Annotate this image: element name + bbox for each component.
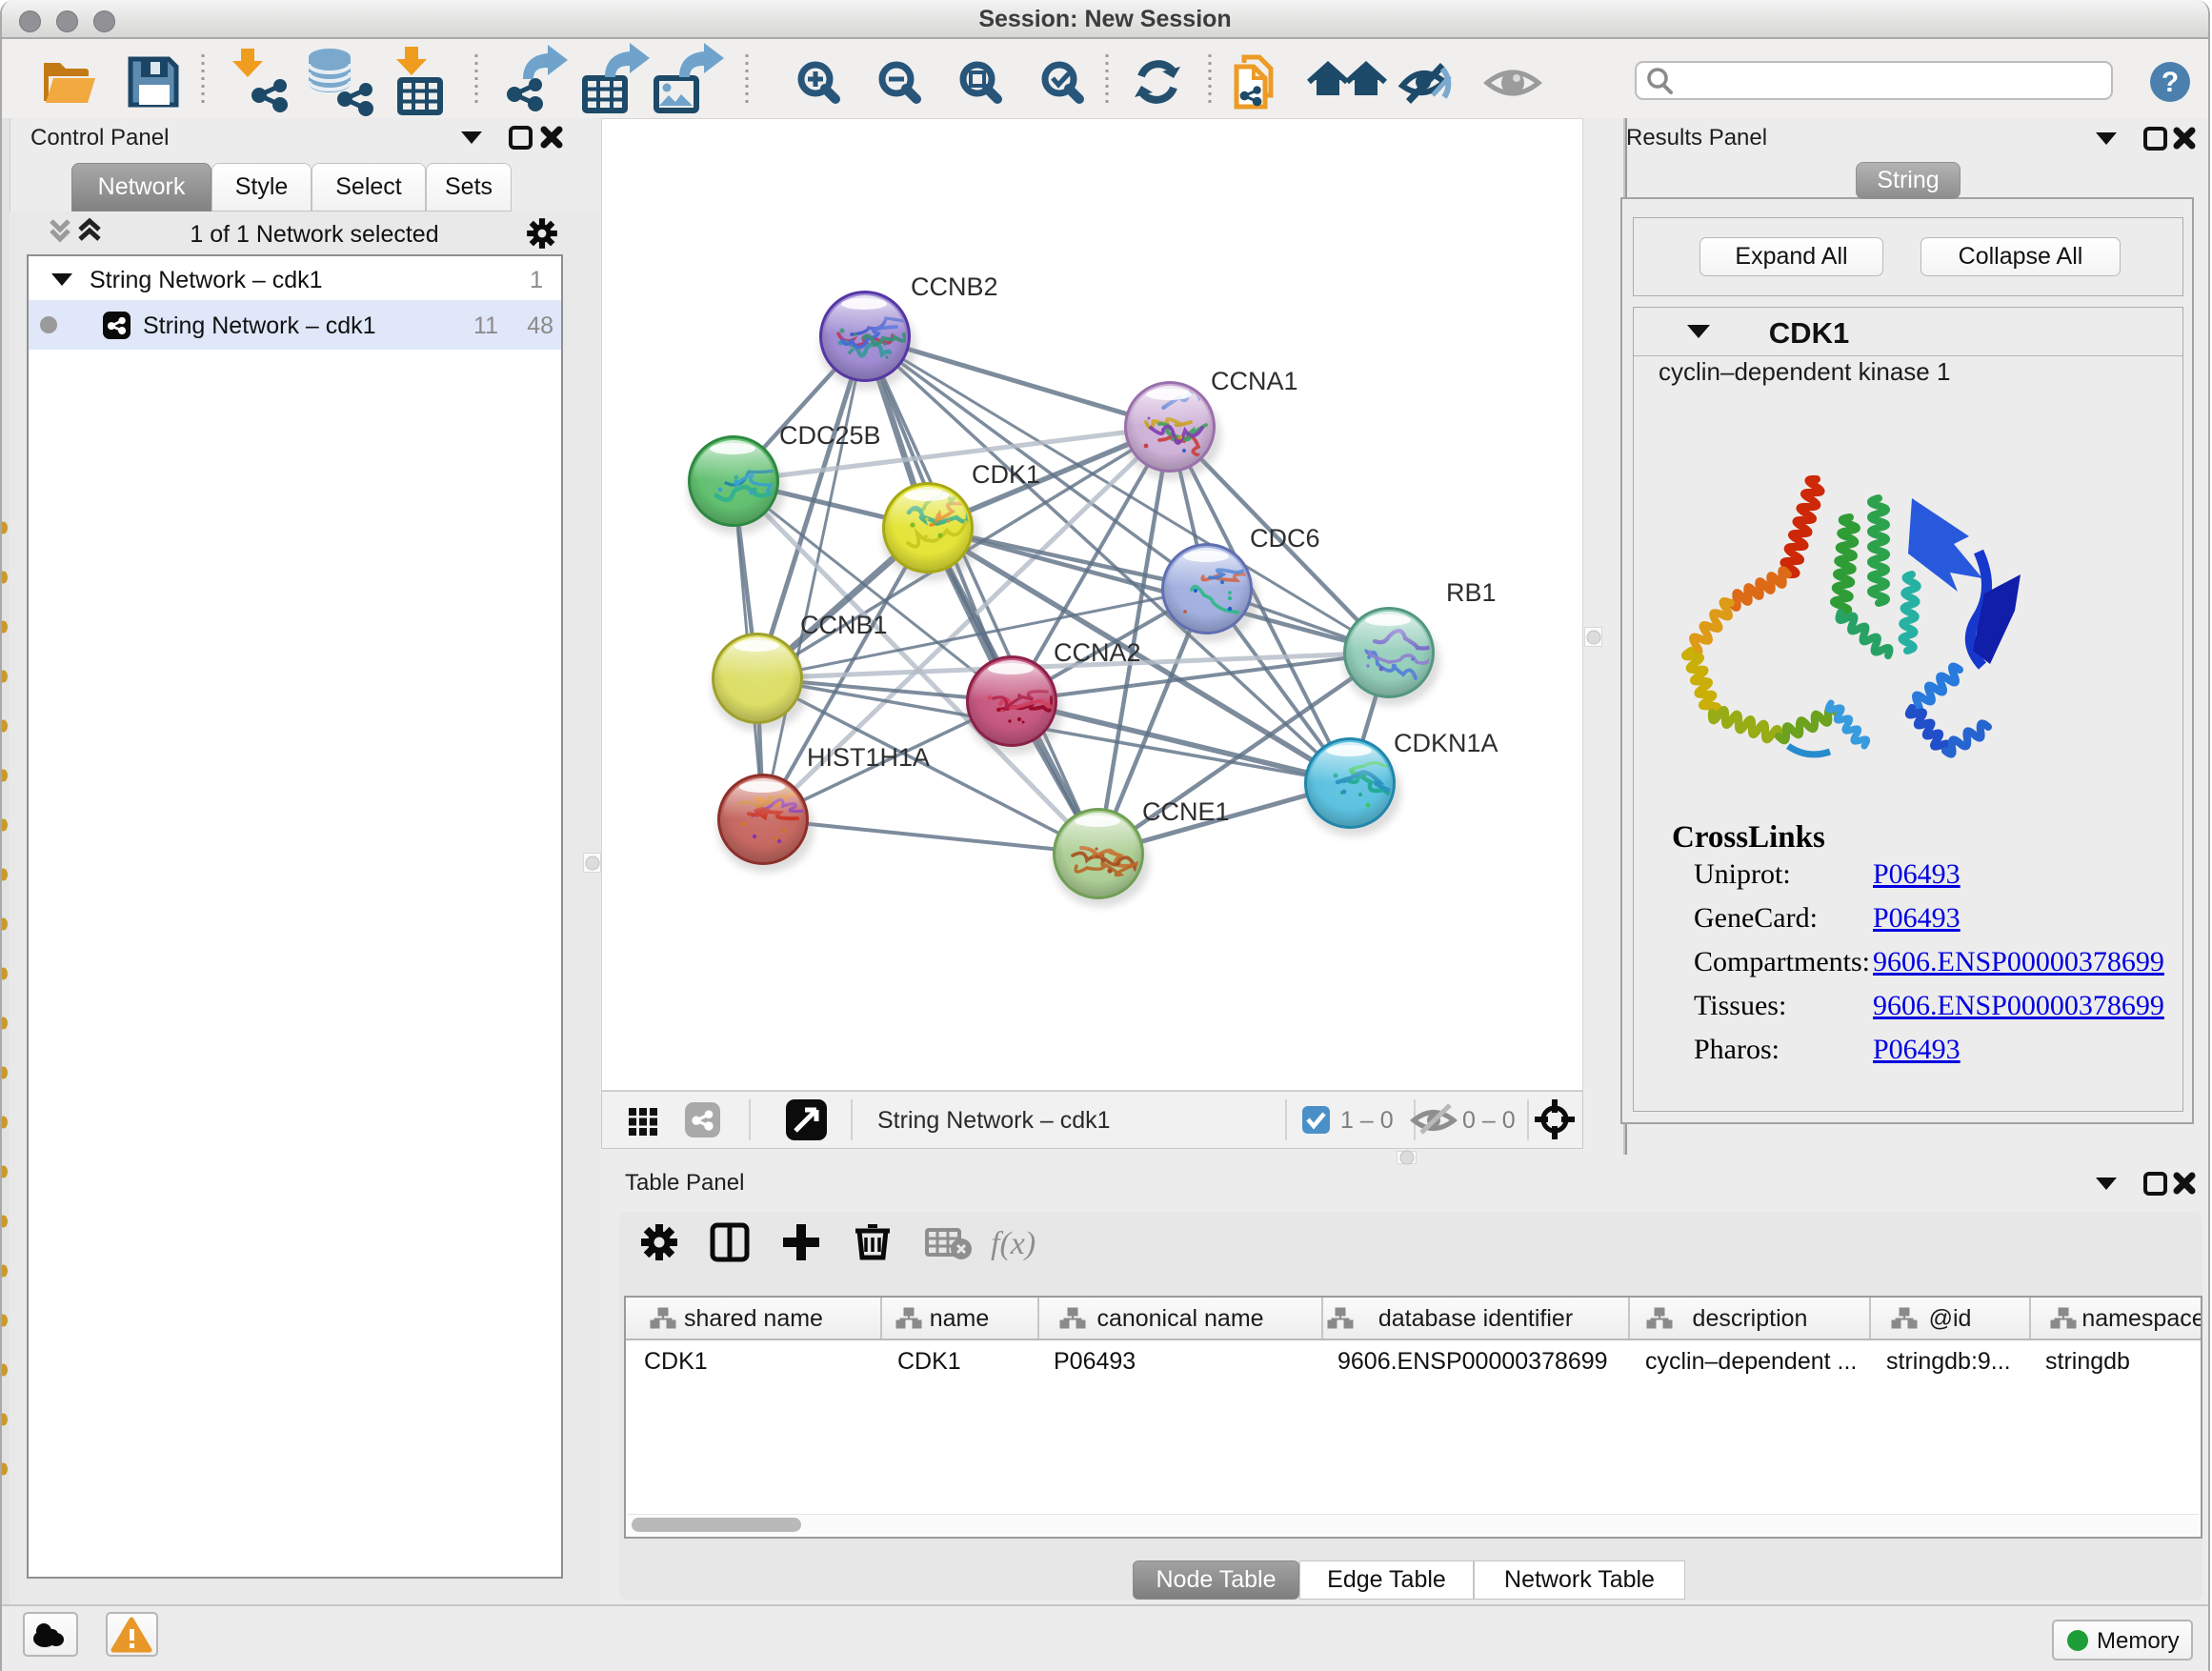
- svg-text:HIST1H1A: HIST1H1A: [807, 743, 930, 772]
- svg-text:1 of 1 Network selected: 1 of 1 Network selected: [190, 221, 438, 248]
- svg-text:RB1: RB1: [1446, 578, 1497, 607]
- svg-text:shared name: shared name: [684, 1305, 823, 1332]
- svg-text:?: ?: [2162, 67, 2179, 98]
- svg-text:CDC6: CDC6: [1250, 524, 1320, 553]
- svg-text:canonical name: canonical name: [1096, 1305, 1263, 1332]
- svg-text:String Network – cdk1: String Network – cdk1: [90, 267, 323, 293]
- svg-text:@id: @id: [1929, 1305, 1972, 1332]
- svg-text:database identifier: database identifier: [1378, 1305, 1573, 1332]
- svg-text:f(x): f(x): [991, 1226, 1036, 1261]
- svg-text:CCNB1: CCNB1: [800, 611, 888, 639]
- svg-text:11: 11: [473, 312, 498, 339]
- svg-text:CDK1: CDK1: [1769, 316, 1849, 350]
- svg-text:String Network – cdk1: String Network – cdk1: [877, 1107, 1111, 1134]
- svg-text:0 – 0: 0 – 0: [1462, 1107, 1516, 1134]
- svg-text:CCNA1: CCNA1: [1211, 367, 1298, 395]
- svg-text:CDKN1A: CDKN1A: [1394, 729, 1498, 757]
- svg-text:CDC25B: CDC25B: [779, 421, 881, 450]
- svg-text:CCNA2: CCNA2: [1054, 638, 1141, 667]
- svg-text:48: 48: [527, 312, 553, 339]
- svg-text:Memory: Memory: [2097, 1628, 2180, 1654]
- svg-text:CDK1: CDK1: [972, 460, 1040, 489]
- svg-text:description: description: [1693, 1305, 1808, 1332]
- svg-text:namespace: namespace: [2081, 1305, 2201, 1332]
- svg-text:String Network – cdk1: String Network – cdk1: [143, 312, 376, 339]
- svg-text:CCNB2: CCNB2: [911, 272, 998, 301]
- svg-text:CCNE1: CCNE1: [1142, 797, 1230, 826]
- svg-text:1 – 0: 1 – 0: [1340, 1107, 1394, 1134]
- svg-text:1: 1: [530, 267, 543, 293]
- svg-text:name: name: [930, 1305, 990, 1332]
